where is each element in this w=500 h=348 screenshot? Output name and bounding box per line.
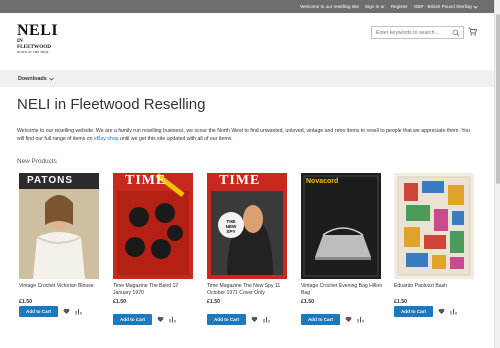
product-image[interactable]: TIME <box>113 173 193 279</box>
heart-icon[interactable] <box>438 308 445 315</box>
add-to-cart-button[interactable]: Add to Cart <box>301 314 340 325</box>
chevron-down-icon <box>49 77 54 81</box>
product-name[interactable]: Vintage Crochet Victorian Blouse <box>19 283 101 297</box>
add-to-cart-button[interactable]: Add to Cart <box>207 314 246 325</box>
product-image[interactable]: PATONS <box>19 173 99 279</box>
add-to-cart-button[interactable]: Add to Cart <box>113 314 152 325</box>
search-box <box>371 26 464 39</box>
intro-text-part: Welcome to our reselling website. We are… <box>17 128 470 142</box>
intro-text-part: until we get this site updated with all … <box>118 136 233 142</box>
product-actions: Add to Cart <box>19 306 82 317</box>
search-input[interactable] <box>372 27 452 38</box>
product-photo-paolozzi <box>394 173 474 279</box>
currency-switcher[interactable]: GBP - British Pound Sterling <box>414 4 478 9</box>
currency-label: GBP - British Pound Sterling <box>413 4 472 9</box>
product-price: £1.50 <box>301 299 314 305</box>
compare-icon[interactable] <box>263 316 270 323</box>
logo-text-fleetwood: IN FLEETWOOD <box>17 38 52 50</box>
cover-text: PATONS <box>27 175 74 186</box>
cart-icon[interactable] <box>468 27 477 36</box>
heart-icon[interactable] <box>63 308 70 315</box>
product-photo-blouse <box>19 173 99 279</box>
add-to-cart-button[interactable]: Add to Cart <box>19 306 58 317</box>
cover-text: TIME <box>219 173 261 188</box>
page-title: NELI in Fleetwood Reselling <box>17 96 206 113</box>
or-text: or <box>380 4 385 9</box>
heart-icon[interactable] <box>251 316 258 323</box>
intro-text: Welcome to our reselling website. We are… <box>17 127 477 143</box>
top-header-bar: Welcome to our reselling site Sign In or… <box>0 0 500 13</box>
product-name[interactable]: Vintage Crochet Evening Bag Hilton Bag <box>301 283 383 297</box>
product-name[interactable]: Eduardo Paolozzi Bash <box>394 283 476 297</box>
product-actions: Add to Cart <box>394 306 457 317</box>
cover-text: Novacord <box>306 178 339 185</box>
ebay-shop-link[interactable]: eBay shop <box>94 136 119 142</box>
product-card: Novacord Vintage Crochet Evening Bag Hil… <box>301 173 383 325</box>
sign-in-link[interactable]: Sign In <box>365 4 379 9</box>
product-card: TIME Time Magazine The Band 12 January 1… <box>113 173 195 325</box>
logo-text-tagline: DOWN AT THE SHOP <box>17 50 49 54</box>
nav-item-label: Downloads <box>18 76 47 82</box>
product-name[interactable]: Time Magazine The New Spy 11 October 197… <box>207 283 289 297</box>
compare-icon[interactable] <box>450 308 457 315</box>
search-icon[interactable] <box>452 29 460 37</box>
product-card: TIME THE NEW SPY Time Magazine The New S… <box>207 173 289 325</box>
register-link[interactable]: Register <box>391 4 408 9</box>
compare-icon[interactable] <box>75 308 82 315</box>
scrollbar[interactable] <box>494 0 500 348</box>
product-image[interactable]: Novacord <box>301 173 381 279</box>
logo-text-neli: NELI <box>17 22 59 39</box>
chevron-down-icon <box>473 5 478 9</box>
section-title: New Products <box>17 158 57 165</box>
product-price: £1.50 <box>113 299 126 305</box>
product-image[interactable]: TIME THE NEW SPY <box>207 173 287 279</box>
product-card: PATONS Vintage Crochet Victorian Blouse … <box>19 173 101 317</box>
cover-text: TIME <box>125 173 167 188</box>
product-price: £1.50 <box>394 299 407 305</box>
compare-icon[interactable] <box>169 316 176 323</box>
product-photo-evening-bag <box>301 173 381 279</box>
add-to-cart-button[interactable]: Add to Cart <box>394 306 433 317</box>
product-card: Eduardo Paolozzi Bash £1.50 Add to Cart <box>394 173 476 317</box>
compare-icon[interactable] <box>357 316 364 323</box>
product-actions: Add to Cart <box>301 314 364 325</box>
heart-icon[interactable] <box>345 316 352 323</box>
product-actions: Add to Cart <box>207 314 270 325</box>
cover-subtext: THE NEW SPY <box>225 219 237 234</box>
product-image[interactable] <box>394 173 474 279</box>
welcome-message: Welcome to our reselling site <box>300 4 360 9</box>
product-price: £1.50 <box>19 299 32 305</box>
scrollbar-thumb[interactable] <box>496 14 500 184</box>
main-navigation: Downloads <box>0 70 494 87</box>
site-logo[interactable]: NELI IN FLEETWOOD DOWN AT THE SHOP <box>17 22 59 62</box>
nav-item-downloads[interactable]: Downloads <box>18 76 54 82</box>
product-price: £1.50 <box>207 299 220 305</box>
heart-icon[interactable] <box>157 316 164 323</box>
product-name[interactable]: Time Magazine The Band 12 January 1970 <box>113 283 195 297</box>
product-actions: Add to Cart <box>113 314 176 325</box>
